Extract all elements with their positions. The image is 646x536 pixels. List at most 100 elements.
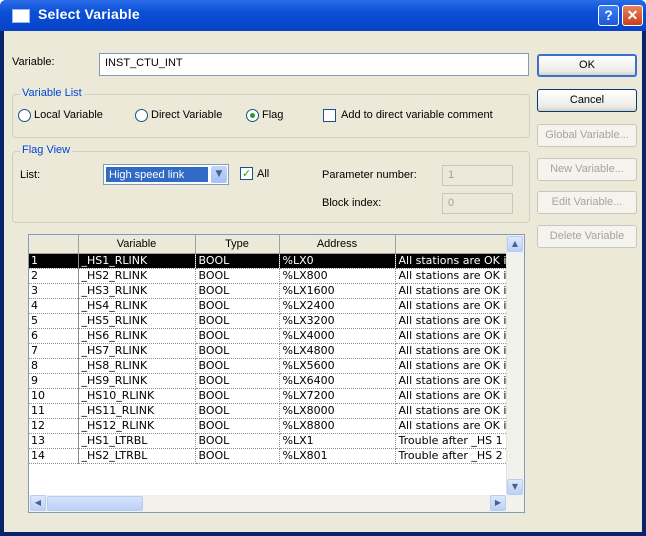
row-index-cell[interactable]: 13 [29,433,79,449]
table-row[interactable]: 3 _HS3_RLINK BOOL %LX1600 All stations are O… [29,283,508,299]
type-cell[interactable]: BOOL [195,448,280,464]
horizontal-scrollbar[interactable]: ◀ ▶ [29,495,524,512]
block-index-input[interactable]: 0 [442,193,513,214]
variable-cell[interactable]: _HS8_RLINK [78,358,196,374]
edit-variable-button[interactable]: Edit Variable... [537,191,637,214]
address-cell[interactable]: %LX0 [279,253,396,269]
variable-cell[interactable]: _HS4_RLINK [78,298,196,314]
type-cell[interactable]: BOOL [195,373,280,389]
parameter-number-input[interactable]: 1 [442,165,513,186]
table-row[interactable]: 10 _HS10_RLINK BOOL %LX7200 All stations are… [29,388,508,404]
table-row[interactable]: 13 _HS1_LTRBL BOOL %LX1 Trouble after _HS 1 [29,433,508,449]
variable-cell[interactable]: _HS5_RLINK [78,313,196,329]
address-cell[interactable]: %LX2400 [279,298,396,314]
chevron-down-icon[interactable]: ▼ [211,166,227,183]
variable-cell[interactable]: _HS1_LTRBL [78,433,196,449]
address-cell[interactable]: %LX4800 [279,343,396,359]
comment-cell[interactable]: All stations are OK i [395,403,508,419]
type-cell[interactable]: BOOL [195,328,280,344]
row-index-cell[interactable]: 1 [29,253,79,269]
row-index-cell[interactable]: 14 [29,448,79,464]
table-row[interactable]: 14 _HS2_LTRBL BOOL %LX801 Trouble after _HS … [29,448,508,464]
variable-cell[interactable]: _HS2_LTRBL [78,448,196,464]
table-row[interactable]: 6 _HS6_RLINK BOOL %LX4000 All stations are O… [29,328,508,344]
row-index-cell[interactable]: 10 [29,388,79,404]
direct-variable-label[interactable]: Direct Variable [151,109,222,121]
row-index-cell[interactable]: 3 [29,283,79,299]
table-row[interactable]: 8 _HS8_RLINK BOOL %LX5600 All stations are O… [29,358,508,374]
comment-cell[interactable]: All stations are OK i [395,328,508,344]
comment-cell[interactable]: All stations are OK i [395,283,508,299]
address-cell[interactable]: %LX5600 [279,358,396,374]
all-label[interactable]: All [257,168,269,180]
comment-cell[interactable]: All stations are OK i [395,253,508,269]
row-index-cell[interactable]: 6 [29,328,79,344]
new-variable-button[interactable]: New Variable... [537,158,637,181]
global-variable-button[interactable]: Global Variable... [537,124,637,147]
row-index-cell[interactable]: 7 [29,343,79,359]
comment-cell[interactable]: All stations are OK i [395,298,508,314]
all-checkbox[interactable]: ✓ [240,167,253,180]
address-cell[interactable]: %LX1 [279,433,396,449]
comment-cell[interactable]: All stations are OK i [395,268,508,284]
flag-label[interactable]: Flag [262,109,283,121]
type-cell[interactable]: BOOL [195,418,280,434]
ok-button[interactable]: OK [537,54,637,77]
row-index-cell[interactable]: 2 [29,268,79,284]
column-header-variable[interactable]: Variable [78,235,196,254]
comment-cell[interactable]: All stations are OK i [395,418,508,434]
comment-cell[interactable]: All stations are OK i [395,313,508,329]
address-cell[interactable]: %LX801 [279,448,396,464]
comment-cell[interactable]: Trouble after _HS 2 [395,448,508,464]
column-header-address[interactable]: Address [279,235,396,254]
type-cell[interactable]: BOOL [195,343,280,359]
scroll-down-icon[interactable]: ▼ [507,479,523,495]
address-cell[interactable]: %LX1600 [279,283,396,299]
comment-cell[interactable]: Trouble after _HS 1 [395,433,508,449]
type-cell[interactable]: BOOL [195,388,280,404]
table-row[interactable]: 11 _HS11_RLINK BOOL %LX8000 All stations are… [29,403,508,419]
address-cell[interactable]: %LX3200 [279,313,396,329]
comment-cell[interactable]: All stations are OK i [395,358,508,374]
address-cell[interactable]: %LX8800 [279,418,396,434]
address-cell[interactable]: %LX8000 [279,403,396,419]
type-cell[interactable]: BOOL [195,253,280,269]
scroll-up-icon[interactable]: ▲ [507,236,523,252]
list-combobox[interactable]: High speed link ▼ [103,164,229,185]
delete-variable-button[interactable]: Delete Variable [537,225,637,248]
table-row[interactable]: 7 _HS7_RLINK BOOL %LX4800 All stations are O… [29,343,508,359]
variable-cell[interactable]: _HS10_RLINK [78,388,196,404]
variable-grid[interactable]: Variable Type Address 1 _HS1_RLINK BOOL %LX… [28,234,525,513]
comment-cell[interactable]: All stations are OK i [395,373,508,389]
direct-variable-radio[interactable] [135,109,148,122]
table-row[interactable]: 2 _HS2_RLINK BOOL %LX800 All stations are OK… [29,268,508,284]
help-button[interactable]: ? [598,5,619,26]
comment-cell[interactable]: All stations are OK i [395,388,508,404]
add-comment-label[interactable]: Add to direct variable comment [341,109,493,121]
variable-input[interactable]: INST_CTU_INT [99,53,529,76]
table-row[interactable]: 9 _HS9_RLINK BOOL %LX6400 All stations are O… [29,373,508,389]
table-row[interactable]: 4 _HS4_RLINK BOOL %LX2400 All stations are O… [29,298,508,314]
type-cell[interactable]: BOOL [195,403,280,419]
column-header-comment[interactable] [395,235,508,254]
horizontal-scroll-thumb[interactable] [47,496,143,511]
title-bar[interactable]: Select Variable ? ✕ [0,0,646,31]
scroll-left-icon[interactable]: ◀ [30,495,46,511]
row-index-cell[interactable]: 8 [29,358,79,374]
add-comment-checkbox[interactable] [323,109,336,122]
row-index-cell[interactable]: 9 [29,373,79,389]
variable-cell[interactable]: _HS3_RLINK [78,283,196,299]
cancel-button[interactable]: Cancel [537,89,637,112]
scroll-right-icon[interactable]: ▶ [490,495,506,511]
vertical-scrollbar[interactable]: ▲ ▼ [506,235,524,496]
column-header-type[interactable]: Type [195,235,280,254]
column-header-index[interactable] [29,235,79,254]
variable-cell[interactable]: _HS9_RLINK [78,373,196,389]
address-cell[interactable]: %LX6400 [279,373,396,389]
table-row[interactable]: 1 _HS1_RLINK BOOL %LX0 All stations are OK i [29,253,508,269]
address-cell[interactable]: %LX4000 [279,328,396,344]
local-variable-radio[interactable] [18,109,31,122]
close-button[interactable]: ✕ [622,5,643,26]
local-variable-label[interactable]: Local Variable [34,109,103,121]
address-cell[interactable]: %LX800 [279,268,396,284]
